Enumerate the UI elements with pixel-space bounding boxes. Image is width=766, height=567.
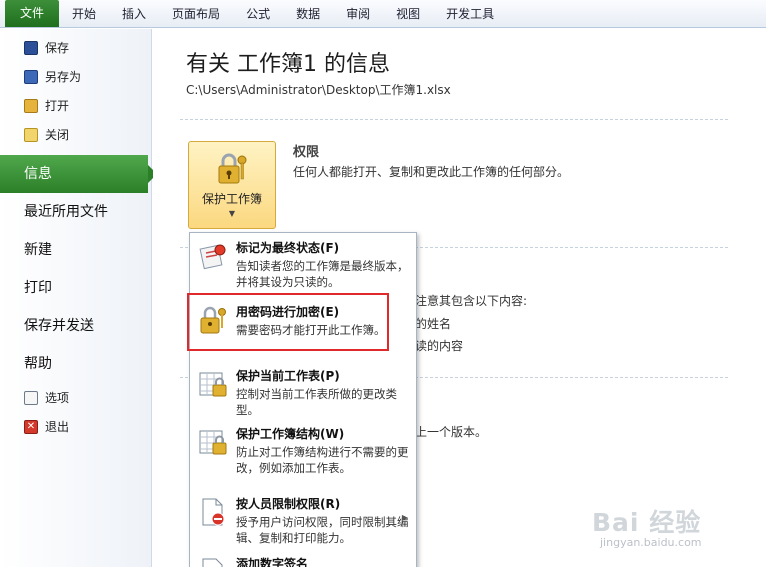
folder-close-icon [24,127,38,142]
menu-item-mark-final[interactable]: 标记为最终状态(F) 告知读者您的工作簿是最终版本，并将其设为只读的。 [190,233,416,297]
nav-new[interactable]: 新建 [0,231,151,269]
save-as-command[interactable]: 另存为 [0,62,151,91]
protect-sheet-icon [199,372,227,397]
menu-item-protect-structure[interactable]: 保护工作簿结构(W) 防止对工作簿结构进行不需要的更改，例如添加工作表。 [190,419,416,489]
folder-open-icon [24,98,38,113]
nav-save-send[interactable]: 保存并发送 [0,307,151,345]
chevron-down-icon: ▼ [228,209,236,218]
save-command[interactable]: 保存 [0,33,151,62]
nav-recent[interactable]: 最近所用文件 [0,193,151,231]
backstage-nav: 保存 另存为 打开 关闭 信息 最近所用文件 新建 打印 保存并发送 帮助 选项… [0,29,157,567]
tab-formulas[interactable]: 公式 [233,1,283,27]
tab-developer[interactable]: 开发工具 [433,1,507,27]
lock-key-icon [218,153,247,184]
nav-info[interactable]: 信息 [0,155,157,193]
protect-structure-title: 保护工作簿结构(W) [236,427,345,441]
protect-workbook-button[interactable]: 保护工作簿 ▼ [188,141,276,229]
divider [180,119,728,120]
watermark-brand: Bai 经验 [592,508,702,537]
menu-item-restrict-permission[interactable]: 按人员限制权限(R) 授予用户访问权限，同时限制其编辑、复制和打印能力。 ▶ [190,489,416,549]
nav-print[interactable]: 打印 [0,269,151,307]
protect-structure-icon [199,430,227,455]
menu-item-digital-signature[interactable]: 添加数字签名 [190,549,416,567]
mark-final-title: 标记为最终状态(F) [236,241,340,255]
inspect-text-1: 注意其包含以下内容: [415,294,528,308]
page-title: 有关 工作簿1 的信息 [186,52,390,77]
protect-workbook-menu: 标记为最终状态(F) 告知读者您的工作簿是最终版本，并将其设为只读的。 用密码进… [189,232,417,567]
versions-text: 上一个版本。 [415,425,488,439]
ribbon-tabs: 文件 开始 插入 页面布局 公式 数据 审阅 视图 开发工具 [0,0,766,28]
tab-page-layout[interactable]: 页面布局 [159,1,233,27]
protect-sheet-desc: 控制对当前工作表所做的更改类型。 [236,387,397,417]
options-command[interactable]: 选项 [0,383,151,412]
digital-signature-icon [202,558,223,567]
menu-item-protect-sheet[interactable]: 保护当前工作表(P) 控制对当前工作表所做的更改类型。 [190,361,416,419]
tab-review[interactable]: 审阅 [333,1,383,27]
inspect-text-2: 的姓名 [415,317,452,331]
open-command[interactable]: 打开 [0,91,151,120]
protect-workbook-label: 保护工作簿 [201,192,262,206]
restrict-permission-desc: 授予用户访问权限，同时限制其编辑、复制和打印能力。 [236,515,409,545]
mark-final-desc: 告知读者您的工作簿是最终版本，并将其设为只读的。 [236,259,409,289]
nav-help[interactable]: 帮助 [0,345,151,383]
inspect-text-3: 读的内容 [415,339,464,353]
restrict-permission-icon [202,498,225,526]
tab-view[interactable]: 视图 [383,1,433,27]
highlight-box [187,293,389,351]
tab-data[interactable]: 数据 [283,1,333,27]
protect-sheet-title: 保护当前工作表(P) [236,369,340,383]
restrict-permission-title: 按人员限制权限(R) [236,497,341,511]
exit-icon: ✕ [24,419,38,434]
exit-command[interactable]: ✕ 退出 [0,412,151,441]
mark-final-icon [199,244,226,270]
digital-signature-title: 添加数字签名 [236,557,309,567]
permissions-desc: 任何人都能打开、复制和更改此工作簿的任何部分。 [293,165,570,179]
save-icon [24,40,38,55]
tab-insert[interactable]: 插入 [109,1,159,27]
close-command[interactable]: 关闭 [0,120,151,149]
options-icon [24,390,38,405]
tab-home[interactable]: 开始 [59,1,109,27]
file-path: C:\Users\Administrator\Desktop\工作簿1.xlsx [186,83,451,97]
protect-structure-desc: 防止对工作簿结构进行不需要的更改，例如添加工作表。 [236,445,409,475]
watermark-url: jingyan.baidu.com [600,536,702,549]
save-as-icon [24,69,38,84]
chevron-right-icon: ▶ [401,513,408,522]
permissions-title: 权限 [293,145,320,160]
tab-file[interactable]: 文件 [5,0,60,27]
